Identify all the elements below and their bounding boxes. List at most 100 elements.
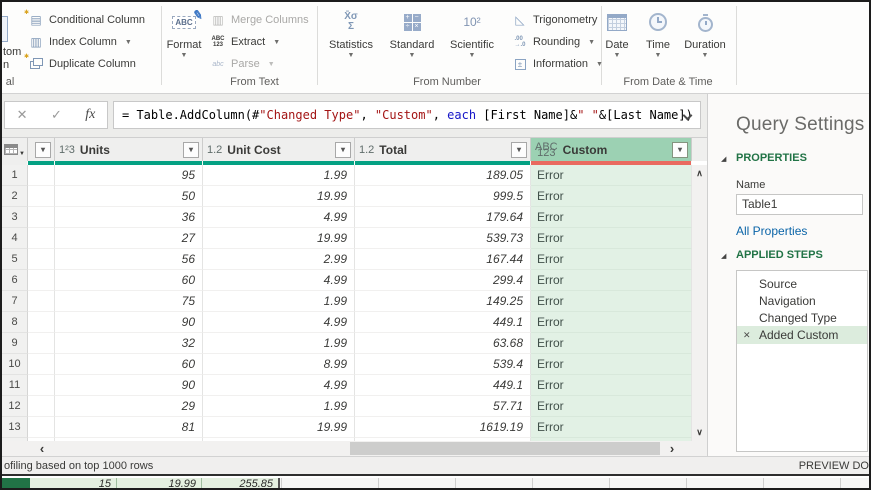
cell-total[interactable]: 539.73 (355, 228, 531, 249)
table-select-corner[interactable]: ▼ (2, 138, 28, 161)
cell-units[interactable]: 36 (55, 207, 203, 228)
cell-custom-error[interactable]: Error (531, 270, 692, 291)
cell-custom-error[interactable]: Error (531, 207, 692, 228)
commit-formula-icon[interactable] (51, 106, 62, 124)
cell-clipped[interactable] (28, 312, 55, 333)
scroll-up-icon[interactable]: ∧ (692, 165, 707, 182)
column-header-unit-cost[interactable]: 1.2 Unit Cost (203, 138, 355, 161)
cell-unit-cost[interactable]: 1.99 (203, 165, 355, 186)
decimal-type-icon[interactable]: 1.2 (359, 144, 374, 156)
cell-total[interactable]: 149.25 (355, 291, 531, 312)
cell-total[interactable]: 999.5 (355, 186, 531, 207)
filter-dropdown-icon[interactable] (672, 141, 688, 158)
decimal-type-icon[interactable]: 1.2 (207, 144, 222, 156)
cell-unit-cost[interactable]: 4.99 (203, 270, 355, 291)
cell-unit-cost[interactable]: 1.99 (203, 333, 355, 354)
row-number[interactable]: 7 (2, 291, 28, 312)
query-name-input[interactable]: Table1 (736, 194, 863, 215)
custom-column-button-clipped[interactable]: tom (3, 46, 21, 58)
whole-number-type-icon[interactable]: 1²3 (59, 144, 75, 156)
cell-custom-error[interactable]: Error (531, 165, 692, 186)
filter-dropdown-icon[interactable] (35, 141, 51, 158)
cell-units[interactable]: 90 (55, 312, 203, 333)
column-header-custom-selected[interactable]: ABC 123 Custom (531, 138, 692, 161)
cell-unit-cost[interactable]: 4.99 (203, 312, 355, 333)
column-header-total[interactable]: 1.2 Total (355, 138, 531, 161)
scroll-left-icon[interactable]: ‹ (34, 441, 50, 456)
cell-custom-error[interactable]: Error (531, 333, 692, 354)
filter-dropdown-icon[interactable] (335, 141, 351, 158)
rounding-button[interactable]: .00 →.0 Rounding ▼ (512, 33, 595, 51)
vertical-scrollbar[interactable]: ∧ ∨ (692, 165, 707, 441)
cell-total[interactable]: 539.4 (355, 354, 531, 375)
row-number[interactable]: 8 (2, 312, 28, 333)
cell-clipped[interactable] (28, 270, 55, 291)
applied-step-added-custom[interactable]: ✕ Added Custom (737, 326, 867, 344)
cell-unit-cost[interactable]: 19.99 (203, 417, 355, 438)
duplicate-column-button[interactable]: Duplicate Column (24, 53, 136, 73)
filter-dropdown-icon[interactable] (511, 141, 527, 158)
column-header-clipped[interactable] (28, 138, 55, 161)
date-button[interactable]: Date ▼ (598, 7, 636, 71)
cell-units[interactable]: 95 (55, 165, 203, 186)
format-button[interactable]: ABC Format ▼ (162, 7, 206, 71)
cell-unit-cost[interactable]: 19.99 (203, 186, 355, 207)
cell-total[interactable]: 63.68 (355, 333, 531, 354)
cell-units[interactable]: 75 (55, 291, 203, 312)
row-number[interactable]: 13 (2, 417, 28, 438)
filter-dropdown-icon[interactable] (183, 141, 199, 158)
cell-clipped[interactable] (28, 249, 55, 270)
row-number[interactable]: 1 (2, 165, 28, 186)
cell-total[interactable]: 57.71 (355, 396, 531, 417)
cell-clipped[interactable] (28, 165, 55, 186)
collapse-properties-icon[interactable]: ◢ (721, 155, 726, 163)
cell-clipped[interactable] (28, 228, 55, 249)
cell-clipped[interactable] (28, 354, 55, 375)
applied-step-navigation[interactable]: Navigation (737, 292, 867, 309)
horizontal-scrollbar[interactable]: ‹ › (2, 441, 707, 456)
row-number[interactable]: 11 (2, 375, 28, 396)
cell-clipped[interactable] (28, 291, 55, 312)
cell-clipped[interactable] (28, 375, 55, 396)
cell-units[interactable]: 29 (55, 396, 203, 417)
statistics-button[interactable]: X̄σ Σ Statistics ▼ (322, 7, 380, 71)
row-number[interactable]: 10 (2, 354, 28, 375)
row-number[interactable]: 2 (2, 186, 28, 207)
fx-icon[interactable]: fx (85, 107, 95, 123)
cell-unit-cost[interactable]: 2.99 (203, 249, 355, 270)
all-properties-link[interactable]: All Properties (736, 224, 807, 238)
cell-units[interactable]: 32 (55, 333, 203, 354)
cell-total[interactable]: 1619.19 (355, 417, 531, 438)
duration-button[interactable]: Duration ▼ (680, 7, 730, 71)
cell-clipped[interactable] (28, 417, 55, 438)
conditional-column-button[interactable]: Conditional Column (24, 9, 145, 29)
cell-custom-error[interactable]: Error (531, 354, 692, 375)
standard-button[interactable]: + − ÷ × Standard ▼ (384, 7, 440, 71)
horizontal-scroll-thumb[interactable] (350, 442, 660, 455)
delete-step-icon[interactable]: ✕ (743, 330, 751, 341)
cell-units[interactable]: 27 (55, 228, 203, 249)
cell-unit-cost[interactable]: 4.99 (203, 375, 355, 396)
cell-unit-cost[interactable]: 1.99 (203, 291, 355, 312)
applied-steps-section-header[interactable]: APPLIED STEPS (736, 249, 823, 261)
cell-units[interactable]: 60 (55, 354, 203, 375)
cell-total[interactable]: 189.05 (355, 165, 531, 186)
cell-units[interactable]: 56 (55, 249, 203, 270)
scroll-down-icon[interactable]: ∨ (692, 424, 707, 441)
properties-section-header[interactable]: PROPERTIES (736, 152, 807, 164)
column-header-units[interactable]: 1²3 Units (55, 138, 203, 161)
row-number[interactable]: 12 (2, 396, 28, 417)
cell-total[interactable]: 299.4 (355, 270, 531, 291)
applied-step-changed-type[interactable]: Changed Type (737, 309, 867, 326)
cell-custom-error[interactable]: Error (531, 312, 692, 333)
applied-step-source[interactable]: Source (737, 275, 867, 292)
row-number[interactable]: 6 (2, 270, 28, 291)
information-button[interactable]: ± Information ▼ (512, 55, 603, 73)
index-column-button[interactable]: Index Column ▼ (28, 33, 132, 51)
cell-unit-cost[interactable]: 19.99 (203, 228, 355, 249)
cell-units[interactable]: 81 (55, 417, 203, 438)
any-type-icon[interactable]: ABC 123 (535, 141, 558, 158)
cell-clipped[interactable] (28, 186, 55, 207)
cell-custom-error[interactable]: Error (531, 186, 692, 207)
custom-column-button-clipped-line2[interactable]: n (3, 59, 9, 71)
